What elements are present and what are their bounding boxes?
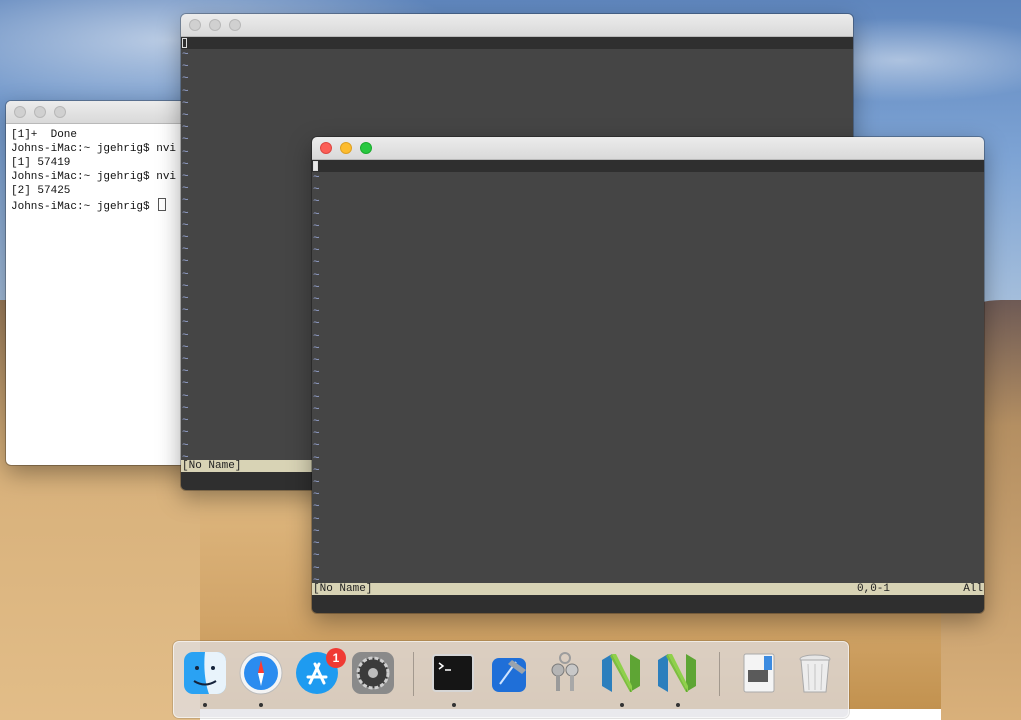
empty-line-marker: ~ [182, 122, 189, 135]
trash-icon[interactable] [792, 650, 838, 696]
empty-line-marker: ~ [313, 550, 320, 563]
empty-line-marker: ~ [313, 306, 320, 319]
empty-line-marker: ~ [313, 428, 320, 441]
empty-line-marker: ~ [313, 538, 320, 551]
zoom-button[interactable] [360, 142, 372, 154]
notification-badge: 1 [326, 648, 346, 668]
empty-line-marker: ~ [313, 440, 320, 453]
terminal-line: Johns-iMac:~ jgehrig$ nvi [11, 171, 177, 183]
safari-icon[interactable] [238, 650, 284, 696]
dock-separator [413, 652, 414, 696]
terminal-prompt-line: Johns-iMac:~ jgehrig$ [11, 198, 191, 214]
terminal-prompt: Johns-iMac:~ jgehrig$ [11, 201, 157, 213]
empty-line-marker: ~ [313, 403, 320, 416]
empty-line-marker: ~ [313, 452, 320, 465]
empty-line-marker: ~ [182, 85, 189, 98]
zoom-button[interactable] [54, 106, 66, 118]
empty-line-marker: ~ [182, 97, 189, 110]
empty-line-marker: ~ [313, 477, 320, 490]
nvim-cmdline[interactable] [312, 595, 984, 613]
neovim-icon[interactable] [598, 650, 644, 696]
zoom-button[interactable] [229, 19, 241, 31]
empty-line-marker: ~ [182, 61, 189, 74]
empty-line-marker: ~ [313, 172, 320, 184]
terminal-titlebar[interactable] [6, 101, 196, 124]
empty-line-marker: ~ [313, 330, 320, 343]
close-button[interactable] [14, 106, 26, 118]
terminal-output[interactable]: [1]+ Done Johns-iMac:~ jgehrig$ nvi [1] 57… [6, 124, 196, 218]
nvim-cursor [182, 38, 187, 48]
terminal-line: [1] 57419 [11, 157, 71, 169]
empty-line-marker: ~ [313, 257, 320, 270]
minimize-button[interactable] [34, 106, 46, 118]
empty-line-marker: ~ [313, 574, 320, 583]
dock-separator [719, 652, 720, 696]
system-preferences-icon[interactable] [350, 650, 396, 696]
app-store-icon[interactable]: 1 [294, 648, 346, 696]
empty-line-marker: ~ [313, 513, 320, 526]
empty-line-marker: ~ [313, 245, 320, 258]
cursor-position: 0,0-1 [857, 583, 891, 595]
minimize-button[interactable] [209, 19, 221, 31]
empty-line-marker: ~ [313, 281, 320, 294]
minimize-button[interactable] [340, 142, 352, 154]
terminal-line: [1]+ Done [11, 129, 78, 141]
empty-line-marker: ~ [313, 318, 320, 331]
neovim-icon[interactable] [654, 650, 700, 696]
empty-line-marker: ~ [313, 184, 320, 197]
terminal-icon[interactable] [430, 650, 476, 696]
running-indicator [676, 703, 680, 707]
empty-line-marker: ~ [313, 208, 320, 221]
empty-line-marker: ~ [313, 220, 320, 233]
empty-line-marker: ~ [313, 416, 320, 429]
close-button[interactable] [320, 142, 332, 154]
empty-line-marker: ~ [182, 73, 189, 86]
empty-line-marker: ~ [313, 269, 320, 282]
empty-line-marker: ~ [313, 464, 320, 477]
terminal-line: Johns-iMac:~ jgehrig$ nvi [11, 143, 177, 155]
close-button[interactable] [189, 19, 201, 31]
terminal-window[interactable]: [1]+ Done Johns-iMac:~ jgehrig$ nvi [1] 57… [6, 101, 196, 465]
empty-line-marker: ~ [313, 355, 320, 368]
scroll-position: All [963, 583, 983, 595]
empty-line-marker: ~ [313, 233, 320, 246]
empty-line-marker: ~ [313, 196, 320, 209]
nvim-tabline [312, 160, 984, 172]
terminal-line: [2] 57425 [11, 185, 71, 197]
nvim-tabline [181, 37, 853, 49]
nvim-titlebar[interactable] [312, 137, 984, 160]
empty-line-marker: ~ [313, 367, 320, 380]
empty-line-marker: ~ [313, 562, 320, 575]
empty-line-marker: ~ [313, 525, 320, 538]
nvim-titlebar[interactable] [181, 14, 853, 37]
empty-line-marker: ~ [313, 342, 320, 355]
xcode-icon[interactable] [486, 650, 532, 696]
empty-line-marker: ~ [313, 379, 320, 392]
nvim-empty-lines: ~ ~ ~ ~ ~ ~ ~ ~ ~ ~ ~ ~ ~ ~ ~ ~ ~ ~ ~ ~ ~ ~ ~ ~ ~ ~ ~ ~ ~ ~ ~ ~ ~ ~ [312, 172, 984, 583]
finder-icon[interactable] [182, 650, 228, 696]
terminal-cursor [158, 198, 167, 211]
empty-line-marker: ~ [313, 391, 320, 404]
running-indicator [452, 703, 456, 707]
preview-icon[interactable] [736, 650, 782, 696]
running-indicator [203, 703, 207, 707]
buffer-name: [No Name] [313, 583, 373, 595]
empty-line-marker: ~ [182, 49, 189, 61]
empty-line-marker: ~ [313, 489, 320, 502]
dock: 1 [173, 641, 849, 718]
running-indicator [259, 703, 263, 707]
keychain-access-icon[interactable] [542, 650, 588, 696]
empty-line-marker: ~ [182, 110, 189, 123]
nvim-cursor [313, 161, 318, 171]
buffer-name: [No Name] [182, 460, 242, 472]
nvim-editor[interactable]: ~ ~ ~ ~ ~ ~ ~ ~ ~ ~ ~ ~ ~ ~ ~ ~ ~ ~ ~ ~ ~ ~ ~ ~ ~ ~ ~ ~ ~ ~ ~ ~ ~ ~ [No N… [312, 160, 984, 613]
nvim-statusline: [No Name] 0,0-1 All [312, 583, 984, 595]
nvim-window-front[interactable]: ~ ~ ~ ~ ~ ~ ~ ~ ~ ~ ~ ~ ~ ~ ~ ~ ~ ~ ~ ~ ~ ~ ~ ~ ~ ~ ~ ~ ~ ~ ~ ~ ~ ~ [No N… [312, 137, 984, 613]
empty-line-marker: ~ [313, 294, 320, 307]
empty-line-marker: ~ [313, 501, 320, 514]
running-indicator [620, 703, 624, 707]
